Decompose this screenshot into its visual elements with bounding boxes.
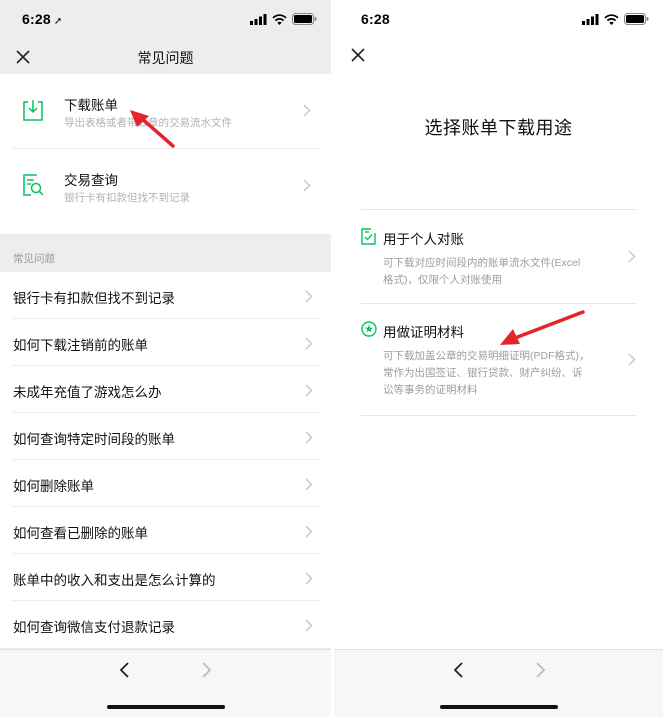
proof-material-option[interactable]: 用做证明材料 可下载加盖公章的交易明细证明(PDF格式)， 常作为出国签证、银行… [361, 321, 636, 407]
home-indicator [106, 705, 225, 709]
faq-label: 如何查询特定时间段的账单 [13, 432, 175, 447]
bottom-toolbar [0, 649, 331, 717]
chevron-right-icon [305, 431, 313, 444]
faq-item[interactable]: 未成年充值了游戏怎么办 [12, 366, 319, 413]
back-arrow-icon[interactable] [452, 661, 466, 679]
faq-item[interactable]: 账单中的收入和支出是怎么计算的 [12, 554, 319, 601]
status-bar: 6:28 [334, 0, 663, 40]
wifi-icon [604, 13, 619, 25]
page-title: 常见问题 [137, 50, 194, 66]
divider [361, 415, 636, 416]
download-purpose-screen: 6:28 选择账单下载用途 用于个人对账 可下载对应时间段内的账单流水文件(Ex… [334, 0, 663, 717]
status-icons [250, 13, 317, 25]
status-time: 6:28 [361, 11, 390, 27]
download-bill-entry[interactable]: 下载账单 导出表格或者带公章的交易流水文件 [12, 74, 319, 149]
nav-bar [334, 40, 663, 74]
faq-label: 银行卡有扣款但找不到记录 [13, 291, 175, 306]
divider [361, 209, 636, 210]
chevron-right-icon [305, 290, 313, 303]
chevron-right-icon [305, 619, 313, 632]
entry-subtitle: 银行卡有扣款但找不到记录 [64, 192, 190, 204]
chevron-right-icon [305, 384, 313, 397]
seal-star-icon [361, 321, 377, 337]
divider [361, 303, 636, 304]
faq-label: 账单中的收入和支出是怎么计算的 [13, 573, 216, 588]
status-bar: 6:28 ➚ [0, 0, 331, 40]
location-arrow-icon: ➚ [53, 16, 63, 27]
wifi-icon [272, 13, 287, 25]
chevron-right-icon [628, 353, 636, 366]
search-document-icon [23, 174, 44, 196]
download-file-icon [23, 100, 43, 121]
option-description: 可下载加盖公章的交易明细证明(PDF格式)， 常作为出国签证、银行贷款、财产纠纷… [383, 350, 590, 396]
entry-subtitle: 导出表格或者带公章的交易流水文件 [64, 117, 232, 129]
faq-list: 银行卡有扣款但找不到记录 如何下载注销前的账单 未成年充值了游戏怎么办 如何查询… [0, 272, 331, 648]
checklist-icon [361, 228, 376, 245]
faq-item[interactable]: 如何查询微信支付退款记录 [12, 601, 319, 648]
option-title: 用做证明材料 [383, 325, 464, 340]
faq-item[interactable]: 如何下载注销前的账单 [12, 319, 319, 366]
transaction-query-entry[interactable]: 交易查询 银行卡有扣款但找不到记录 [12, 149, 319, 224]
faq-item[interactable]: 如何查看已删除的账单 [12, 507, 319, 554]
chevron-right-icon [303, 104, 311, 117]
faq-item[interactable]: 银行卡有扣款但找不到记录 [12, 272, 319, 319]
chevron-right-icon [305, 478, 313, 491]
chevron-right-icon [305, 337, 313, 350]
forward-arrow-icon[interactable] [533, 661, 547, 679]
entry-title: 交易查询 [64, 173, 118, 188]
chevron-right-icon [305, 572, 313, 585]
battery-icon [292, 13, 317, 25]
chevron-right-icon [305, 525, 313, 538]
faq-label: 如何查询微信支付退款记录 [13, 620, 175, 635]
faq-section-header: 常见问题 [13, 253, 55, 265]
personal-reconcile-option[interactable]: 用于个人对账 可下载对应时间段内的账单流水文件(Excel 格式)，仅限个人对账… [361, 228, 636, 298]
faq-item[interactable]: 如何查询特定时间段的账单 [12, 413, 319, 460]
faq-screen: 6:28 ➚ 常见问题 下载账单 导出表格或者带公章的交易流水文件 交易查询 银行… [0, 0, 331, 717]
page-heading: 选择账单下载用途 [424, 118, 573, 138]
signal-icon [250, 13, 267, 25]
forward-arrow-icon[interactable] [199, 661, 213, 679]
entry-title: 下载账单 [64, 98, 118, 113]
chevron-right-icon [628, 250, 636, 263]
bottom-toolbar [334, 649, 663, 717]
faq-item[interactable]: 如何删除账单 [12, 460, 319, 507]
quick-entries: 下载账单 导出表格或者带公章的交易流水文件 交易查询 银行卡有扣款但找不到记录 [0, 74, 331, 234]
signal-icon [582, 13, 599, 25]
status-icons [582, 13, 649, 25]
faq-label: 未成年充值了游戏怎么办 [13, 385, 162, 400]
close-icon[interactable] [349, 46, 367, 64]
home-indicator [439, 705, 558, 709]
battery-icon [624, 13, 649, 25]
nav-bar: 常见问题 [0, 40, 331, 74]
faq-label: 如何删除账单 [13, 479, 94, 494]
option-description: 可下载对应时间段内的账单流水文件(Excel 格式)，仅限个人对账使用 [383, 257, 581, 286]
back-arrow-icon[interactable] [118, 661, 132, 679]
option-title: 用于个人对账 [383, 232, 464, 247]
faq-label: 如何查看已删除的账单 [13, 526, 148, 541]
status-time: 6:28 ➚ [22, 11, 63, 27]
faq-label: 如何下载注销前的账单 [13, 338, 148, 353]
chevron-right-icon [303, 179, 311, 192]
